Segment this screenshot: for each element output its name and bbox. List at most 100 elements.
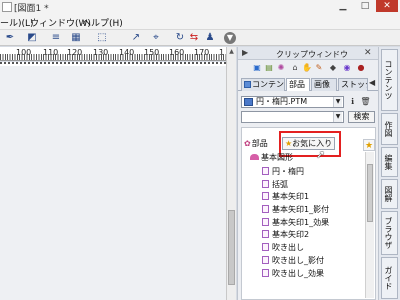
tree-item-list: 円・楕円 括弧 基本矢印1 基本矢印1_影付 基本矢印1_効果 基本矢印2 吹き… xyxy=(262,166,365,280)
side-tab-edit[interactable]: 編集 xyxy=(381,147,398,177)
gear-icon: ✿ xyxy=(244,139,251,148)
list-item[interactable]: 基本矢印1_効果 xyxy=(262,217,365,230)
flip-icon[interactable]: ⇆ xyxy=(188,32,200,44)
file-select[interactable]: 円・楕円.PTM ▼ xyxy=(241,96,344,108)
side-tab-contents[interactable]: コンテンツ xyxy=(381,49,398,111)
toolbar: ✒ ◩ ≡ ▦ ⬚ ↗ ⌖ ↻ ⇆ ♟ ▼ xyxy=(0,30,400,46)
clip-icon-row: ▣ ▤ ✺ ⌂ ✋ ✎ ◆ ◉ ● xyxy=(238,61,379,75)
side-tab-diagram[interactable]: 図解 xyxy=(381,179,398,209)
item-label: 括弧 xyxy=(272,179,288,189)
list-item[interactable]: 基本矢印1 xyxy=(262,191,365,204)
tab-label: ストック xyxy=(341,80,367,89)
folder-icon xyxy=(250,154,259,160)
clip-window-panel: ▶ クリップウィンドウ ✕ ▣ ▤ ✺ ⌂ ✋ ✎ ◆ ◉ ● コンテンツ 部品… xyxy=(237,47,379,300)
tree-scrollbar[interactable] xyxy=(365,152,374,298)
file-icon xyxy=(244,98,253,106)
clip-window-header: ▶ クリップウィンドウ ✕ xyxy=(238,47,379,60)
bucket-icon[interactable]: ◆ xyxy=(328,63,338,73)
chevron-down-icon[interactable]: ▼ xyxy=(333,97,342,107)
part-file-icon xyxy=(262,205,269,214)
tab-scroll-icon[interactable]: ◀ xyxy=(369,78,375,87)
file-select-value: 円・楕円.PTM xyxy=(256,97,308,106)
frame-icon[interactable]: ▦ xyxy=(70,32,82,44)
collapse-arrow-icon[interactable]: ▶ xyxy=(242,48,248,57)
add-favorite-icon[interactable]: ★ xyxy=(363,139,375,151)
rotate-icon[interactable]: ↻ xyxy=(174,32,186,44)
folder-label: 基本図形 xyxy=(261,153,293,162)
list-item[interactable]: 吹き出し_効果 xyxy=(262,268,365,281)
part-file-icon xyxy=(262,217,269,226)
item-label: 円・楕円 xyxy=(272,167,304,176)
picture-icon[interactable]: ▣ xyxy=(252,63,262,73)
tab-parts[interactable]: 部品 xyxy=(286,78,310,91)
trash-icon[interactable]: 🗑 xyxy=(360,96,371,108)
menu-help[interactable]: ヘルプ(H) xyxy=(82,16,123,29)
maximize-icon[interactable]: □ xyxy=(355,0,375,12)
part-file-icon xyxy=(262,268,269,277)
scroll-up-icon[interactable]: ▲ xyxy=(227,47,236,56)
item-label: 吹き出し_影付 xyxy=(272,255,324,265)
pen-pointer-icon[interactable]: ✒ xyxy=(4,32,16,44)
arrow-tool-icon[interactable]: ↗ xyxy=(130,32,142,44)
part-file-icon xyxy=(262,255,269,264)
down-circle-icon[interactable]: ▼ xyxy=(224,32,236,44)
mouse-cursor-icon: ➚ xyxy=(316,148,326,161)
canvas-background xyxy=(0,66,226,300)
canvas-vertical-scrollbar[interactable]: ▲ xyxy=(226,47,236,300)
part-file-icon xyxy=(262,243,269,252)
part-file-icon xyxy=(262,167,269,175)
clip-tab-bar: コンテンツ 部品 画像 ストック ◀ xyxy=(238,77,379,91)
side-tab-draw[interactable]: 作図 xyxy=(381,113,398,145)
info-icon[interactable]: ℹ xyxy=(347,96,358,108)
node-tool-icon[interactable]: ⌖ xyxy=(150,32,162,44)
sparkle-icon[interactable]: ✺ xyxy=(276,63,286,73)
home-icon[interactable]: ⌂ xyxy=(290,63,300,73)
item-label: 基本矢印1 xyxy=(272,192,310,202)
search-button[interactable]: 検索 xyxy=(348,111,375,123)
chevron-down-icon[interactable]: ▼ xyxy=(333,112,342,122)
list-item[interactable]: 括弧 xyxy=(262,179,365,192)
part-file-icon xyxy=(262,179,269,188)
panel-close-icon[interactable]: ✕ xyxy=(364,48,372,58)
grid-icon[interactable]: ▤ xyxy=(264,63,274,73)
list-item[interactable]: 吹き出し xyxy=(262,242,365,255)
side-tab-browser[interactable]: ブラウザ xyxy=(381,211,398,255)
app-icon xyxy=(2,2,12,12)
minimize-icon[interactable]: ▁ xyxy=(333,0,353,12)
lines-icon[interactable]: ≡ xyxy=(50,32,62,44)
tab-label: コンテンツ xyxy=(252,80,284,89)
page-border xyxy=(0,62,226,65)
parts-tree: ✿部品 ★お気に入り ➚ ★ 基本図形 円・楕円 括弧 基本矢印1 基本矢印1_… xyxy=(241,127,376,300)
tab-contents[interactable]: コンテンツ xyxy=(241,78,285,91)
globe-icon[interactable]: ◉ xyxy=(342,63,352,73)
window-title: [図面1 * xyxy=(14,4,49,14)
paint-icon[interactable]: ✎ xyxy=(314,63,324,73)
side-tab-guide[interactable]: ガイド xyxy=(381,257,398,299)
item-label: 吹き出し xyxy=(272,243,304,253)
shape-icon[interactable]: ◩ xyxy=(26,32,38,44)
list-item[interactable]: 基本矢印1_影付 xyxy=(262,204,365,217)
list-item[interactable]: 円・楕円 xyxy=(262,166,365,179)
select-icon[interactable]: ⬚ xyxy=(96,32,108,44)
menu-bar: ール)(L) ウィンドウ(W) ヘルプ(H) xyxy=(0,14,400,30)
filter-select[interactable]: ▼ xyxy=(241,111,344,123)
scroll-thumb[interactable] xyxy=(228,210,235,285)
list-item[interactable]: 吹き出し_影付 xyxy=(262,255,365,268)
person-icon[interactable]: ♟ xyxy=(204,32,216,44)
part-file-icon xyxy=(262,230,269,239)
part-file-icon xyxy=(262,192,269,201)
contents-tab-icon xyxy=(244,81,251,88)
title-bar: [図面1 * ▁ □ ✕ xyxy=(0,0,400,14)
drawing-canvas[interactable] xyxy=(0,62,226,300)
tab-label: 画像 xyxy=(314,80,330,89)
tab-stock[interactable]: ストック xyxy=(338,78,368,91)
item-label: 基本矢印1_影付 xyxy=(272,205,330,215)
close-icon[interactable]: ✕ xyxy=(376,0,398,12)
hand-icon[interactable]: ✋ xyxy=(302,63,312,73)
list-item[interactable]: 基本矢印2 xyxy=(262,229,365,242)
menu-tools[interactable]: ール)(L) xyxy=(0,16,34,29)
tree-folder[interactable]: 基本図形 xyxy=(250,152,293,164)
tree-scroll-thumb[interactable] xyxy=(367,164,373,222)
tab-images[interactable]: 画像 xyxy=(311,78,337,91)
pin-icon[interactable]: ● xyxy=(356,63,366,73)
